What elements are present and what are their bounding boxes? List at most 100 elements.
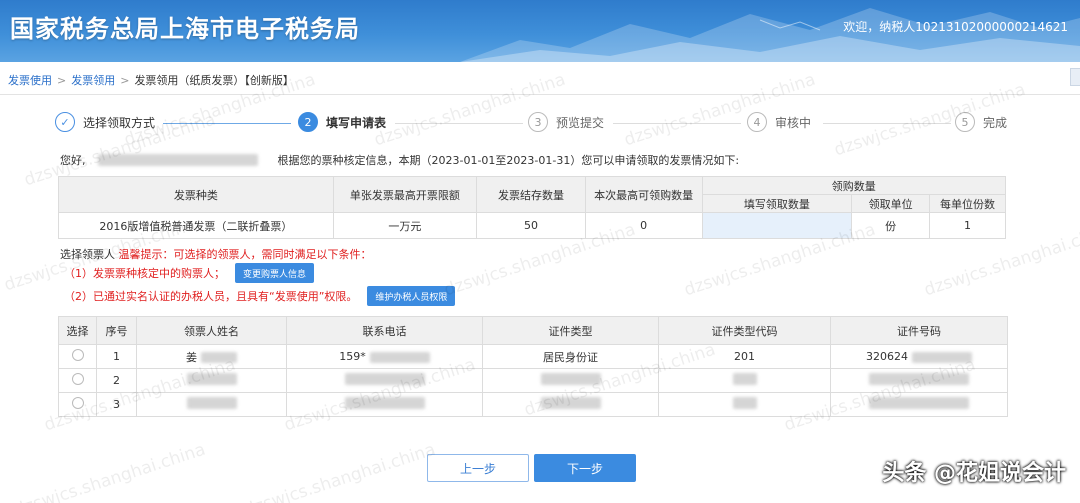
- step-connector: [823, 123, 951, 124]
- cell-stock: 50: [476, 212, 586, 239]
- cell-unit: 份: [851, 212, 931, 239]
- period-info: 您好, 根据您的票种核定信息，本期（2023-01-01至2023-01-31）…: [60, 152, 739, 168]
- watermark: dzswjcs.shanghai.china: [621, 69, 818, 151]
- select-collector-label: 选择领票人 温馨提示：可选择的领票人，需同时满足以下条件：: [60, 246, 372, 262]
- step-connector: [163, 123, 291, 124]
- redacted-text: [912, 351, 972, 363]
- step-number: 5: [955, 112, 975, 132]
- condition-1: （1）发票票种核定中的购票人； 变更购票人信息: [64, 263, 315, 283]
- welcome-text: 欢迎，纳税人10213102000000214621: [843, 20, 1068, 34]
- cell-seq: 1: [96, 344, 137, 369]
- col-stock: 发票结存数量: [476, 176, 586, 213]
- site-title: 国家税务总局上海市电子税务局: [10, 15, 360, 43]
- collector-name: 姜: [186, 350, 197, 364]
- redacted-text: [344, 373, 425, 385]
- phone-text: 159*: [339, 350, 366, 363]
- select-radio[interactable]: [71, 397, 84, 409]
- redacted-text: [869, 397, 969, 409]
- cell-max-qty: 0: [584, 212, 703, 239]
- step-connector: [613, 123, 741, 124]
- select-collector-text: 选择领票人: [60, 248, 115, 261]
- breadcrumb-separator-icon: >: [120, 74, 130, 87]
- col-invoice-type: 发票种类: [58, 176, 334, 213]
- step-number: 2: [298, 112, 318, 132]
- next-step-button[interactable]: 下一步: [534, 454, 636, 482]
- change-buyer-info-button[interactable]: 变更购票人信息: [235, 263, 315, 283]
- table-row[interactable]: 3: [58, 392, 1008, 417]
- collector-table: 选择 序号 领票人姓名 联系电话 证件类型 证件类型代码 证件号码 1 姜 15…: [58, 316, 1008, 417]
- redacted-text: [732, 373, 757, 385]
- breadcrumb-invoice-claim[interactable]: 发票领用: [71, 74, 115, 87]
- step-number: 3: [528, 112, 548, 132]
- period-text: 根据您的票种核定信息，本期（2023-01-01至2023-01-31）您可以申…: [277, 154, 740, 167]
- source-credit-watermark: 头条 @花姐说会计: [882, 461, 1066, 486]
- breadcrumb: 发票使用 > 发票领用 > 发票领用（纸质发票）【创新版】: [8, 72, 294, 88]
- step-label: 填写申请表: [326, 115, 387, 130]
- redacted-text: [369, 351, 430, 363]
- fill-qty-input[interactable]: [701, 212, 853, 239]
- col-id-number: 证件号码: [830, 316, 1008, 345]
- maintain-staff-permission-button[interactable]: 维护办税人员权限: [367, 286, 456, 306]
- col-name: 领票人姓名: [136, 316, 287, 345]
- step-label: 选择领取方式: [83, 115, 156, 130]
- redacted-text: [540, 397, 601, 409]
- cell-seq: 2: [96, 368, 137, 393]
- condition-2: （2）已通过实名认证的办税人员，且具有“发票使用”权限。 维护办税人员权限: [64, 286, 456, 306]
- cell-id-type: 居民身份证: [482, 344, 659, 369]
- col-seq: 序号: [96, 316, 137, 345]
- breadcrumb-separator-icon: >: [57, 74, 67, 87]
- cell-max-amount: 一万元: [332, 212, 478, 239]
- cell-invoice-type: 2016版增值税普通发票（二联折叠票）: [58, 212, 334, 239]
- condition-1-text: （1）发票票种核定中的购票人；: [64, 267, 225, 280]
- watermark: dzswjcs.shanghai.china: [11, 439, 208, 503]
- condition-2-text: （2）已通过实名认证的办税人员，且具有“发票使用”权限。: [64, 290, 358, 303]
- col-id-type: 证件类型: [482, 316, 659, 345]
- col-phone: 联系电话: [286, 316, 483, 345]
- table-row: 2016版增值税普通发票（二联折叠票） 一万元 50 0 份 1: [58, 212, 1006, 239]
- cell-id-number: 320624: [830, 344, 1008, 369]
- step-fill-form: 2 填写申请表: [298, 112, 386, 132]
- redacted-text: [732, 397, 757, 409]
- cell-id-code: 201: [658, 344, 831, 369]
- col-max-qty: 本次最高可领购数量: [584, 176, 703, 213]
- step-label: 完成: [983, 115, 1008, 130]
- progress-steps: ✓ 选择领取方式 2 填写申请表 3 预览提交 4 审核中 5 完成: [55, 112, 1015, 136]
- col-id-code: 证件类型代码: [658, 316, 831, 345]
- divider: [0, 94, 1080, 95]
- id-number-text: 320624: [866, 350, 908, 363]
- redacted-text: [201, 352, 237, 363]
- cell-name: 姜: [136, 344, 287, 369]
- step-complete: 5 完成: [955, 112, 1007, 132]
- prev-step-button[interactable]: 上一步: [427, 454, 529, 482]
- site-header: 国家税务总局上海市电子税务局 欢迎，纳税人1021310200000021462…: [0, 0, 1080, 62]
- step-reviewing: 4 审核中: [747, 112, 811, 132]
- redacted-text: [540, 373, 601, 385]
- watermark: dzswjcs.shanghai.china: [241, 439, 438, 503]
- redacted-text: [186, 397, 237, 409]
- redacted-taxpayer-name: [97, 154, 258, 166]
- table-row[interactable]: 1 姜 159* 居民身份证 201 320624: [58, 344, 1008, 369]
- redacted-text: [869, 373, 969, 385]
- col-select: 选择: [58, 316, 97, 345]
- redacted-text: [186, 373, 237, 385]
- watermark: dzswjcs.shanghai.china: [371, 69, 568, 151]
- step-preview-submit: 3 预览提交: [528, 112, 604, 132]
- col-unit: 领取单位: [851, 194, 931, 213]
- cell-seq: 3: [96, 392, 137, 417]
- select-radio[interactable]: [71, 349, 84, 361]
- cell-phone: 159*: [286, 344, 483, 369]
- step-label: 预览提交: [556, 115, 605, 130]
- breadcrumb-invoice-use[interactable]: 发票使用: [8, 74, 52, 87]
- side-panel-toggle[interactable]: [1070, 68, 1080, 86]
- col-fill-qty: 填写领取数量: [701, 194, 853, 213]
- step-select-method: ✓ 选择领取方式: [55, 112, 155, 132]
- greeting-prefix: 您好,: [60, 154, 86, 167]
- col-per-unit: 每单位份数: [929, 194, 1006, 213]
- select-radio[interactable]: [71, 373, 84, 385]
- table-row[interactable]: 2: [58, 368, 1008, 393]
- step-number: 4: [747, 112, 767, 132]
- step-connector: [395, 123, 523, 124]
- cell-per-unit: 1: [929, 212, 1006, 239]
- col-max-amount: 单张发票最高开票限额: [332, 176, 478, 213]
- breadcrumb-current: 发票领用（纸质发票）【创新版】: [134, 74, 294, 87]
